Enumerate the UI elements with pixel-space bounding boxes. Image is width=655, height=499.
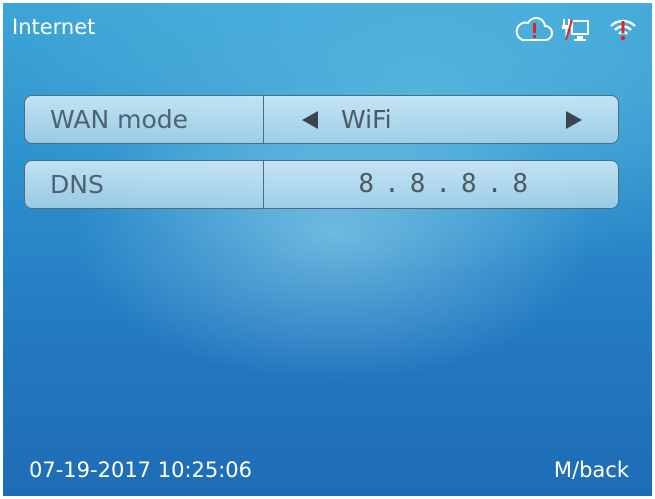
dns-row[interactable]: DNS 8.8.8.8 bbox=[24, 160, 619, 209]
device-screen: Internet WAN mode WiFi DNS 8.8.8.8 07-19… bbox=[3, 3, 652, 496]
dns-label: DNS bbox=[25, 161, 264, 208]
wan-mode-row[interactable]: WAN mode WiFi bbox=[24, 95, 619, 144]
wan-mode-value: WiFi bbox=[341, 105, 392, 134]
ethernet-disconnected-icon bbox=[562, 19, 589, 41]
cloud-alert-icon bbox=[515, 17, 553, 41]
dns-field[interactable]: 8.8.8.8 bbox=[264, 161, 618, 208]
back-hint[interactable]: M/back bbox=[554, 458, 629, 482]
dns-value: 8.8.8.8 bbox=[358, 169, 538, 199]
wan-mode-selector[interactable]: WiFi bbox=[264, 96, 618, 143]
arrow-right-icon[interactable] bbox=[566, 111, 582, 129]
arrow-left-icon[interactable] bbox=[302, 111, 318, 129]
wan-mode-label: WAN mode bbox=[25, 96, 264, 143]
page-title: Internet bbox=[12, 15, 96, 39]
wifi-alert-icon bbox=[610, 19, 636, 41]
datetime: 07-19-2017 10:25:06 bbox=[29, 458, 253, 482]
